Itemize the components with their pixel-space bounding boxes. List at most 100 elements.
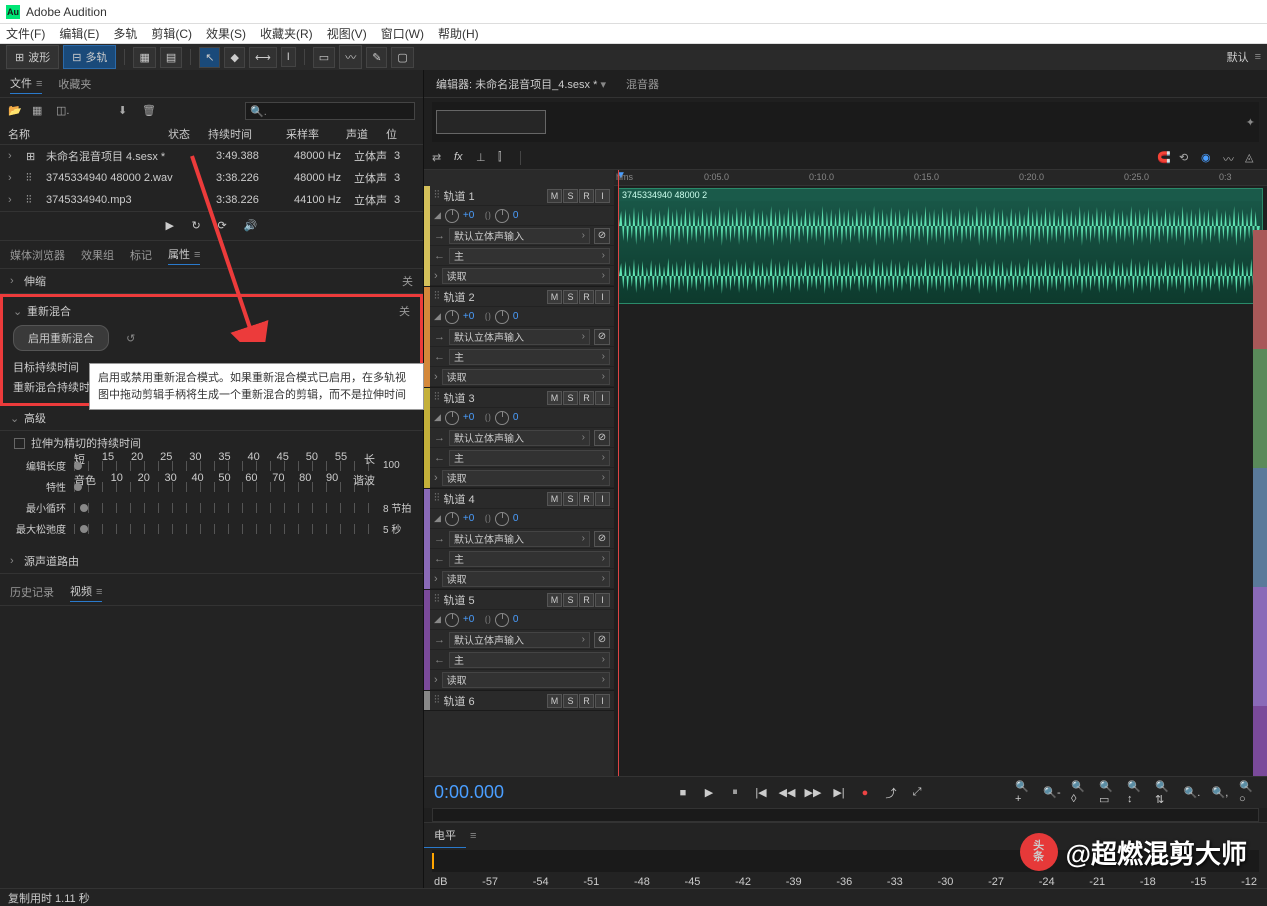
zoom-out-icon[interactable]: 🔍- bbox=[1043, 784, 1061, 802]
tab-video[interactable]: 视频≡ bbox=[70, 581, 102, 602]
arm-button[interactable]: R bbox=[579, 492, 594, 506]
volume-knob[interactable] bbox=[445, 411, 459, 425]
ripple-icon[interactable]: ⟲ bbox=[1179, 151, 1193, 165]
monitor-button[interactable]: I bbox=[595, 290, 610, 304]
fx-slot[interactable]: ⊘ bbox=[594, 329, 610, 345]
monitor-button[interactable]: I bbox=[595, 189, 610, 203]
track-header[interactable]: ⫶⫶轨道 4MSRI ◢+0⟮⟯0 →默认立体声输入⊘ ←主 ›读取 bbox=[424, 489, 614, 590]
zoom-full-icon[interactable]: 🔍◊ bbox=[1071, 784, 1089, 802]
record-button[interactable]: ● bbox=[856, 784, 874, 802]
new-file-icon[interactable]: ▦ bbox=[32, 104, 46, 118]
col-samplerate[interactable]: 采样率 bbox=[286, 126, 346, 142]
automation-dropdown[interactable]: 读取 bbox=[442, 672, 610, 688]
menu-clip[interactable]: 剪辑(C) bbox=[151, 25, 192, 42]
audio-clip[interactable]: 3745334940 48000 2 bbox=[618, 188, 1263, 304]
insert-icon[interactable]: ⬇ bbox=[118, 104, 132, 118]
col-channels[interactable]: 声道 bbox=[346, 126, 386, 142]
automation-dropdown[interactable]: 读取 bbox=[442, 268, 610, 284]
rewind-button[interactable]: ◀◀ bbox=[778, 784, 796, 802]
move-tool-icon[interactable]: ↖ bbox=[199, 47, 220, 68]
tab-mixer[interactable]: 混音器 bbox=[626, 76, 659, 92]
brush-tool-icon[interactable]: 〰 bbox=[339, 45, 362, 69]
group-icon[interactable]: ◉ bbox=[1201, 151, 1215, 165]
col-name[interactable]: 名称 bbox=[8, 126, 168, 142]
fx-slot[interactable]: ⊘ bbox=[594, 430, 610, 446]
input-dropdown[interactable]: 默认立体声输入 bbox=[449, 329, 590, 345]
automation-dropdown[interactable]: 读取 bbox=[442, 369, 610, 385]
time-select-tool-icon[interactable]: I bbox=[281, 47, 296, 67]
workspace-menu-icon[interactable]: ≡ bbox=[1255, 51, 1261, 63]
solo-button[interactable]: S bbox=[563, 694, 578, 708]
solo-button[interactable]: S bbox=[563, 391, 578, 405]
tab-files[interactable]: 文件≡ bbox=[10, 73, 42, 94]
mute-button[interactable]: M bbox=[547, 189, 562, 203]
menu-edit[interactable]: 编辑(E) bbox=[59, 25, 99, 42]
file-row[interactable]: ›⫶⫶3745334940.mp33:38.22644100 Hz立体声3 bbox=[0, 189, 423, 211]
files-search-input[interactable]: 🔍. bbox=[245, 102, 415, 120]
mute-button[interactable]: M bbox=[547, 391, 562, 405]
solo-button[interactable]: S bbox=[563, 593, 578, 607]
waveform-view-button[interactable]: ⊞波形 bbox=[6, 45, 59, 69]
solo-button[interactable]: S bbox=[563, 290, 578, 304]
snap-icon[interactable]: 🧲 bbox=[1157, 151, 1171, 165]
automation-dropdown[interactable]: 读取 bbox=[442, 571, 610, 587]
stretch-section[interactable]: ›伸缩关 bbox=[0, 269, 423, 294]
go-start-button[interactable]: |◀ bbox=[752, 784, 770, 802]
razor-tool-icon[interactable]: ◆ bbox=[224, 47, 244, 68]
zoom-in-v-icon[interactable]: 🔍↕ bbox=[1127, 784, 1145, 802]
slider-2[interactable]: 最小循环8 节拍 bbox=[0, 497, 423, 518]
menu-view[interactable]: 视图(V) bbox=[327, 25, 367, 42]
arm-button[interactable]: R bbox=[579, 593, 594, 607]
arm-button[interactable]: R bbox=[579, 290, 594, 304]
slider-3[interactable]: 最大松弛度5 秒 bbox=[0, 518, 423, 539]
preview-loop-icon[interactable]: ↻ bbox=[192, 219, 206, 233]
file-row[interactable]: ›⫶⫶3745334940 48000 2.wav3:38.22648000 H… bbox=[0, 167, 423, 189]
input-dropdown[interactable]: 默认立体声输入 bbox=[449, 430, 590, 446]
tool-spectral-icon[interactable]: ▤ bbox=[160, 47, 182, 68]
col-pos[interactable]: 位 bbox=[386, 126, 406, 142]
pause-button[interactable]: ⏸ bbox=[726, 784, 744, 802]
arm-button[interactable]: R bbox=[579, 189, 594, 203]
arm-button[interactable]: R bbox=[579, 391, 594, 405]
forward-button[interactable]: ▶▶ bbox=[804, 784, 822, 802]
volume-knob[interactable] bbox=[445, 512, 459, 526]
pan-knob[interactable] bbox=[495, 512, 509, 526]
output-dropdown[interactable]: 主 bbox=[449, 652, 610, 668]
checkbox-icon[interactable] bbox=[14, 438, 25, 449]
volume-knob[interactable] bbox=[445, 613, 459, 627]
menu-window[interactable]: 窗口(W) bbox=[381, 25, 424, 42]
volume-knob[interactable] bbox=[445, 310, 459, 324]
menu-help[interactable]: 帮助(H) bbox=[438, 25, 479, 42]
output-dropdown[interactable]: 主 bbox=[449, 349, 610, 365]
input-dropdown[interactable]: 默认立体声输入 bbox=[449, 531, 590, 547]
preview-play-icon[interactable]: ▶ bbox=[166, 219, 180, 233]
output-dropdown[interactable]: 主 bbox=[449, 248, 610, 264]
stop-button[interactable]: ■ bbox=[674, 784, 692, 802]
monitor-button[interactable]: I bbox=[595, 694, 610, 708]
mute-button[interactable]: M bbox=[547, 593, 562, 607]
record-file-icon[interactable]: ◫. bbox=[56, 104, 70, 118]
track-header[interactable]: ⫶⫶轨道 3MSRI ◢+0⟮⟯0 →默认立体声输入⊘ ←主 ›读取 bbox=[424, 388, 614, 489]
playhead-line[interactable] bbox=[618, 170, 619, 776]
open-file-icon[interactable]: 📂 bbox=[8, 104, 22, 118]
metronome-icon[interactable]: ◬ bbox=[1245, 151, 1259, 165]
eraser-tool-icon[interactable]: ▢ bbox=[391, 47, 413, 68]
go-end-button[interactable]: ▶| bbox=[830, 784, 848, 802]
horizontal-scrollbar[interactable] bbox=[432, 808, 1259, 822]
enable-remix-button[interactable]: 启用重新混合 bbox=[13, 325, 109, 351]
slider-1[interactable]: 特性音色102030405060708090谐波 bbox=[0, 476, 423, 497]
arm-button[interactable]: R bbox=[579, 694, 594, 708]
tab-levels[interactable]: 电平 bbox=[424, 823, 466, 848]
preview-volume-icon[interactable]: 🔊 bbox=[244, 219, 258, 233]
volume-knob[interactable] bbox=[445, 209, 459, 223]
monitor-button[interactable]: I bbox=[595, 593, 610, 607]
fx-slot[interactable]: ⊘ bbox=[594, 632, 610, 648]
tab-media-browser[interactable]: 媒体浏览器 bbox=[10, 245, 65, 265]
menu-file[interactable]: 文件(F) bbox=[6, 25, 45, 42]
tab-favorites[interactable]: 收藏夹 bbox=[58, 74, 91, 94]
fx-icon[interactable]: fx bbox=[454, 151, 468, 165]
mute-button[interactable]: M bbox=[547, 290, 562, 304]
file-row[interactable]: ›⊞未命名混音项目 4.sesx *3:49.38848000 Hz立体声3 bbox=[0, 145, 423, 167]
track-header[interactable]: ⫶⫶轨道 5MSRI ◢+0⟮⟯0 →默认立体声输入⊘ ←主 ›读取 bbox=[424, 590, 614, 691]
menu-effects[interactable]: 效果(S) bbox=[206, 25, 246, 42]
